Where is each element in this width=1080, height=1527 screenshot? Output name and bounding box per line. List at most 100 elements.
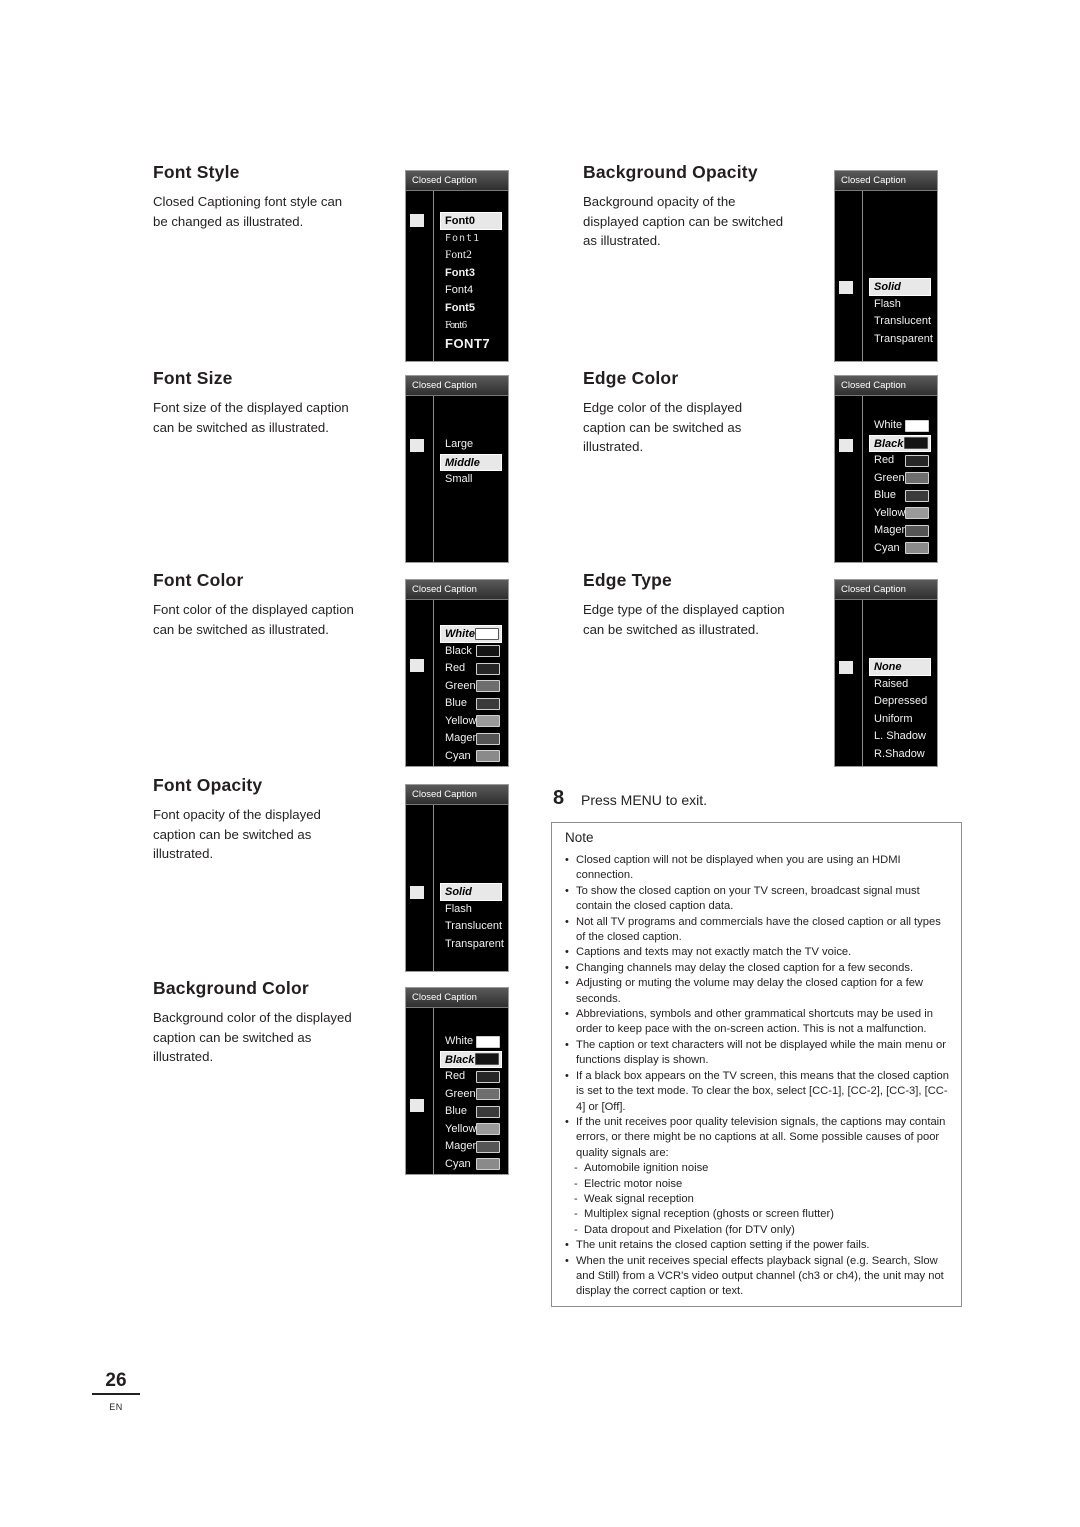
osd-option[interactable]: Green	[440, 678, 502, 696]
osd-option[interactable]: Font1	[440, 230, 502, 248]
osd-option[interactable]: Cyan	[440, 1156, 502, 1174]
osd-option[interactable]: Magenta	[869, 522, 931, 540]
note-list: Closed caption will not be displayed whe…	[564, 853, 951, 1300]
osd-option[interactable]: Raised	[869, 676, 931, 694]
osd-option[interactable]: Uniform	[869, 711, 931, 729]
note-subitem: Electric motor noise	[564, 1177, 951, 1193]
osd-option-selected[interactable]: Middle	[440, 453, 502, 471]
osd-option[interactable]: Blue	[440, 695, 502, 713]
osd-option[interactable]: Red	[869, 452, 931, 470]
osd-option[interactable]: Font5	[440, 300, 502, 318]
osd-option[interactable]: R.Shadow	[869, 746, 931, 764]
note-subitem: Multiplex signal reception (ghosts or sc…	[564, 1207, 951, 1223]
section-background-color: Background Color Background color of the…	[153, 978, 358, 1067]
osd-option[interactable]: Yellow	[869, 505, 931, 523]
osd-option[interactable]: Cyan	[440, 748, 502, 766]
osd-titlebar: Closed Caption	[835, 376, 937, 396]
osd-option[interactable]: Red	[440, 1068, 502, 1086]
section-body: Edge type of the displayed caption can b…	[583, 602, 785, 637]
osd-option[interactable]: Green	[869, 470, 931, 488]
note-item: If a black box appears on the TV screen,…	[564, 1069, 951, 1115]
note-item: When the unit receives special effects p…	[564, 1254, 951, 1300]
osd-option-list: White Black Red Green Blue Yellow Magent…	[440, 625, 502, 765]
color-swatch-yellow	[476, 715, 500, 727]
osd-option-list: None Raised Depressed Uniform L. Shadow …	[869, 658, 931, 763]
osd-option-list: White Black Red Green Blue Yellow Magent…	[869, 417, 931, 557]
osd-option[interactable]: Translucent	[440, 918, 502, 936]
color-swatch-blue	[476, 697, 500, 710]
osd-option[interactable]: Blue	[869, 487, 931, 505]
note-subitem: Data dropout and Pixelation (for DTV onl…	[564, 1223, 951, 1239]
color-swatch-yellow	[476, 1123, 500, 1135]
osd-option[interactable]: Magenta	[440, 1138, 502, 1156]
section-title: Font Color	[153, 570, 244, 590]
color-swatch-magenta	[905, 524, 929, 537]
color-swatch-red	[905, 454, 929, 467]
osd-option[interactable]: Translucent	[869, 313, 931, 331]
osd-option-selected[interactable]: None	[869, 658, 931, 676]
section-font-style: Font Style Closed Captioning font style …	[153, 162, 358, 231]
osd-option-selected[interactable]: Solid	[440, 883, 502, 901]
osd-titlebar: Closed Caption	[835, 171, 937, 191]
note-item: Adjusting or muting the volume may delay…	[564, 976, 951, 1007]
osd-option[interactable]: Green	[440, 1086, 502, 1104]
osd-option[interactable]: White	[440, 1033, 502, 1051]
osd-option[interactable]: FONT7	[440, 335, 502, 353]
osd-option[interactable]: White	[869, 417, 931, 435]
osd-font-size: Closed Caption Large Middle Small	[405, 375, 509, 563]
osd-option[interactable]: Font0	[440, 212, 502, 230]
osd-option[interactable]: Depressed	[869, 693, 931, 711]
osd-cursor-marker	[839, 439, 853, 452]
osd-option[interactable]: Font3	[440, 265, 502, 283]
osd-option[interactable]: Flash	[440, 901, 502, 919]
osd-cursor-marker	[410, 886, 424, 899]
osd-option[interactable]: Transparent	[869, 331, 933, 349]
osd-option[interactable]: Transparent	[440, 936, 504, 954]
osd-edge-color: Closed Caption White Black Red Green Blu…	[834, 375, 938, 563]
osd-option[interactable]: Blue	[440, 1103, 502, 1121]
osd-font-style: Closed Caption Font0 Font1 Font2 Font3 F…	[405, 170, 509, 362]
color-swatch-magenta	[476, 1140, 500, 1153]
osd-option[interactable]: Red	[440, 660, 502, 678]
color-swatch-cyan	[476, 750, 500, 762]
osd-option[interactable]: Magenta	[440, 730, 502, 748]
color-swatch-magenta	[476, 732, 500, 745]
section-body: Background opacity of the displayed capt…	[583, 194, 784, 249]
osd-divider	[862, 191, 863, 361]
osd-divider	[862, 396, 863, 562]
osd-option-list: White Black Red Green Blue Yellow Magent…	[440, 1033, 502, 1173]
section-body: Font opacity of the displayed caption ca…	[153, 807, 321, 862]
note-item: The caption or text characters will not …	[564, 1038, 951, 1069]
manual-page: Font Style Closed Captioning font style …	[0, 0, 1080, 1527]
osd-option[interactable]: Black	[440, 643, 502, 661]
osd-option-selected[interactable]: Black	[869, 434, 931, 452]
osd-option[interactable]: Cyan	[869, 540, 931, 558]
section-body: Font size of the displayed caption can b…	[153, 400, 349, 435]
osd-option-list: Solid Flash Translucent Transparent	[440, 883, 504, 954]
section-title: Font Opacity	[153, 775, 263, 795]
osd-divider	[433, 1008, 434, 1174]
color-swatch-white	[475, 627, 499, 640]
osd-cursor-marker	[410, 659, 424, 672]
osd-option[interactable]: Font2	[440, 247, 502, 265]
osd-option-list: Large Middle Small	[440, 436, 502, 489]
osd-option[interactable]: Large	[440, 436, 502, 454]
osd-option[interactable]: Font6	[440, 317, 502, 335]
osd-option[interactable]: L. Shadow	[869, 728, 931, 746]
osd-option[interactable]: Yellow	[440, 1121, 502, 1139]
osd-titlebar: Closed Caption	[406, 171, 508, 191]
osd-option[interactable]: Font4	[440, 282, 502, 300]
osd-option[interactable]: Yellow	[440, 713, 502, 731]
osd-option[interactable]: Flash	[869, 296, 931, 314]
footer-rule	[92, 1393, 140, 1395]
osd-divider	[433, 396, 434, 562]
note-title: Note	[565, 830, 594, 845]
osd-option[interactable]: Small	[440, 471, 502, 489]
section-title: Edge Type	[583, 570, 672, 590]
osd-option-selected[interactable]: White	[440, 625, 502, 643]
osd-option-selected[interactable]: Black	[440, 1050, 502, 1068]
color-swatch-green	[476, 680, 500, 692]
osd-background-color: Closed Caption White Black Red Green Blu…	[405, 987, 509, 1175]
osd-titlebar: Closed Caption	[406, 988, 508, 1008]
osd-option-selected[interactable]: Solid	[869, 278, 931, 296]
